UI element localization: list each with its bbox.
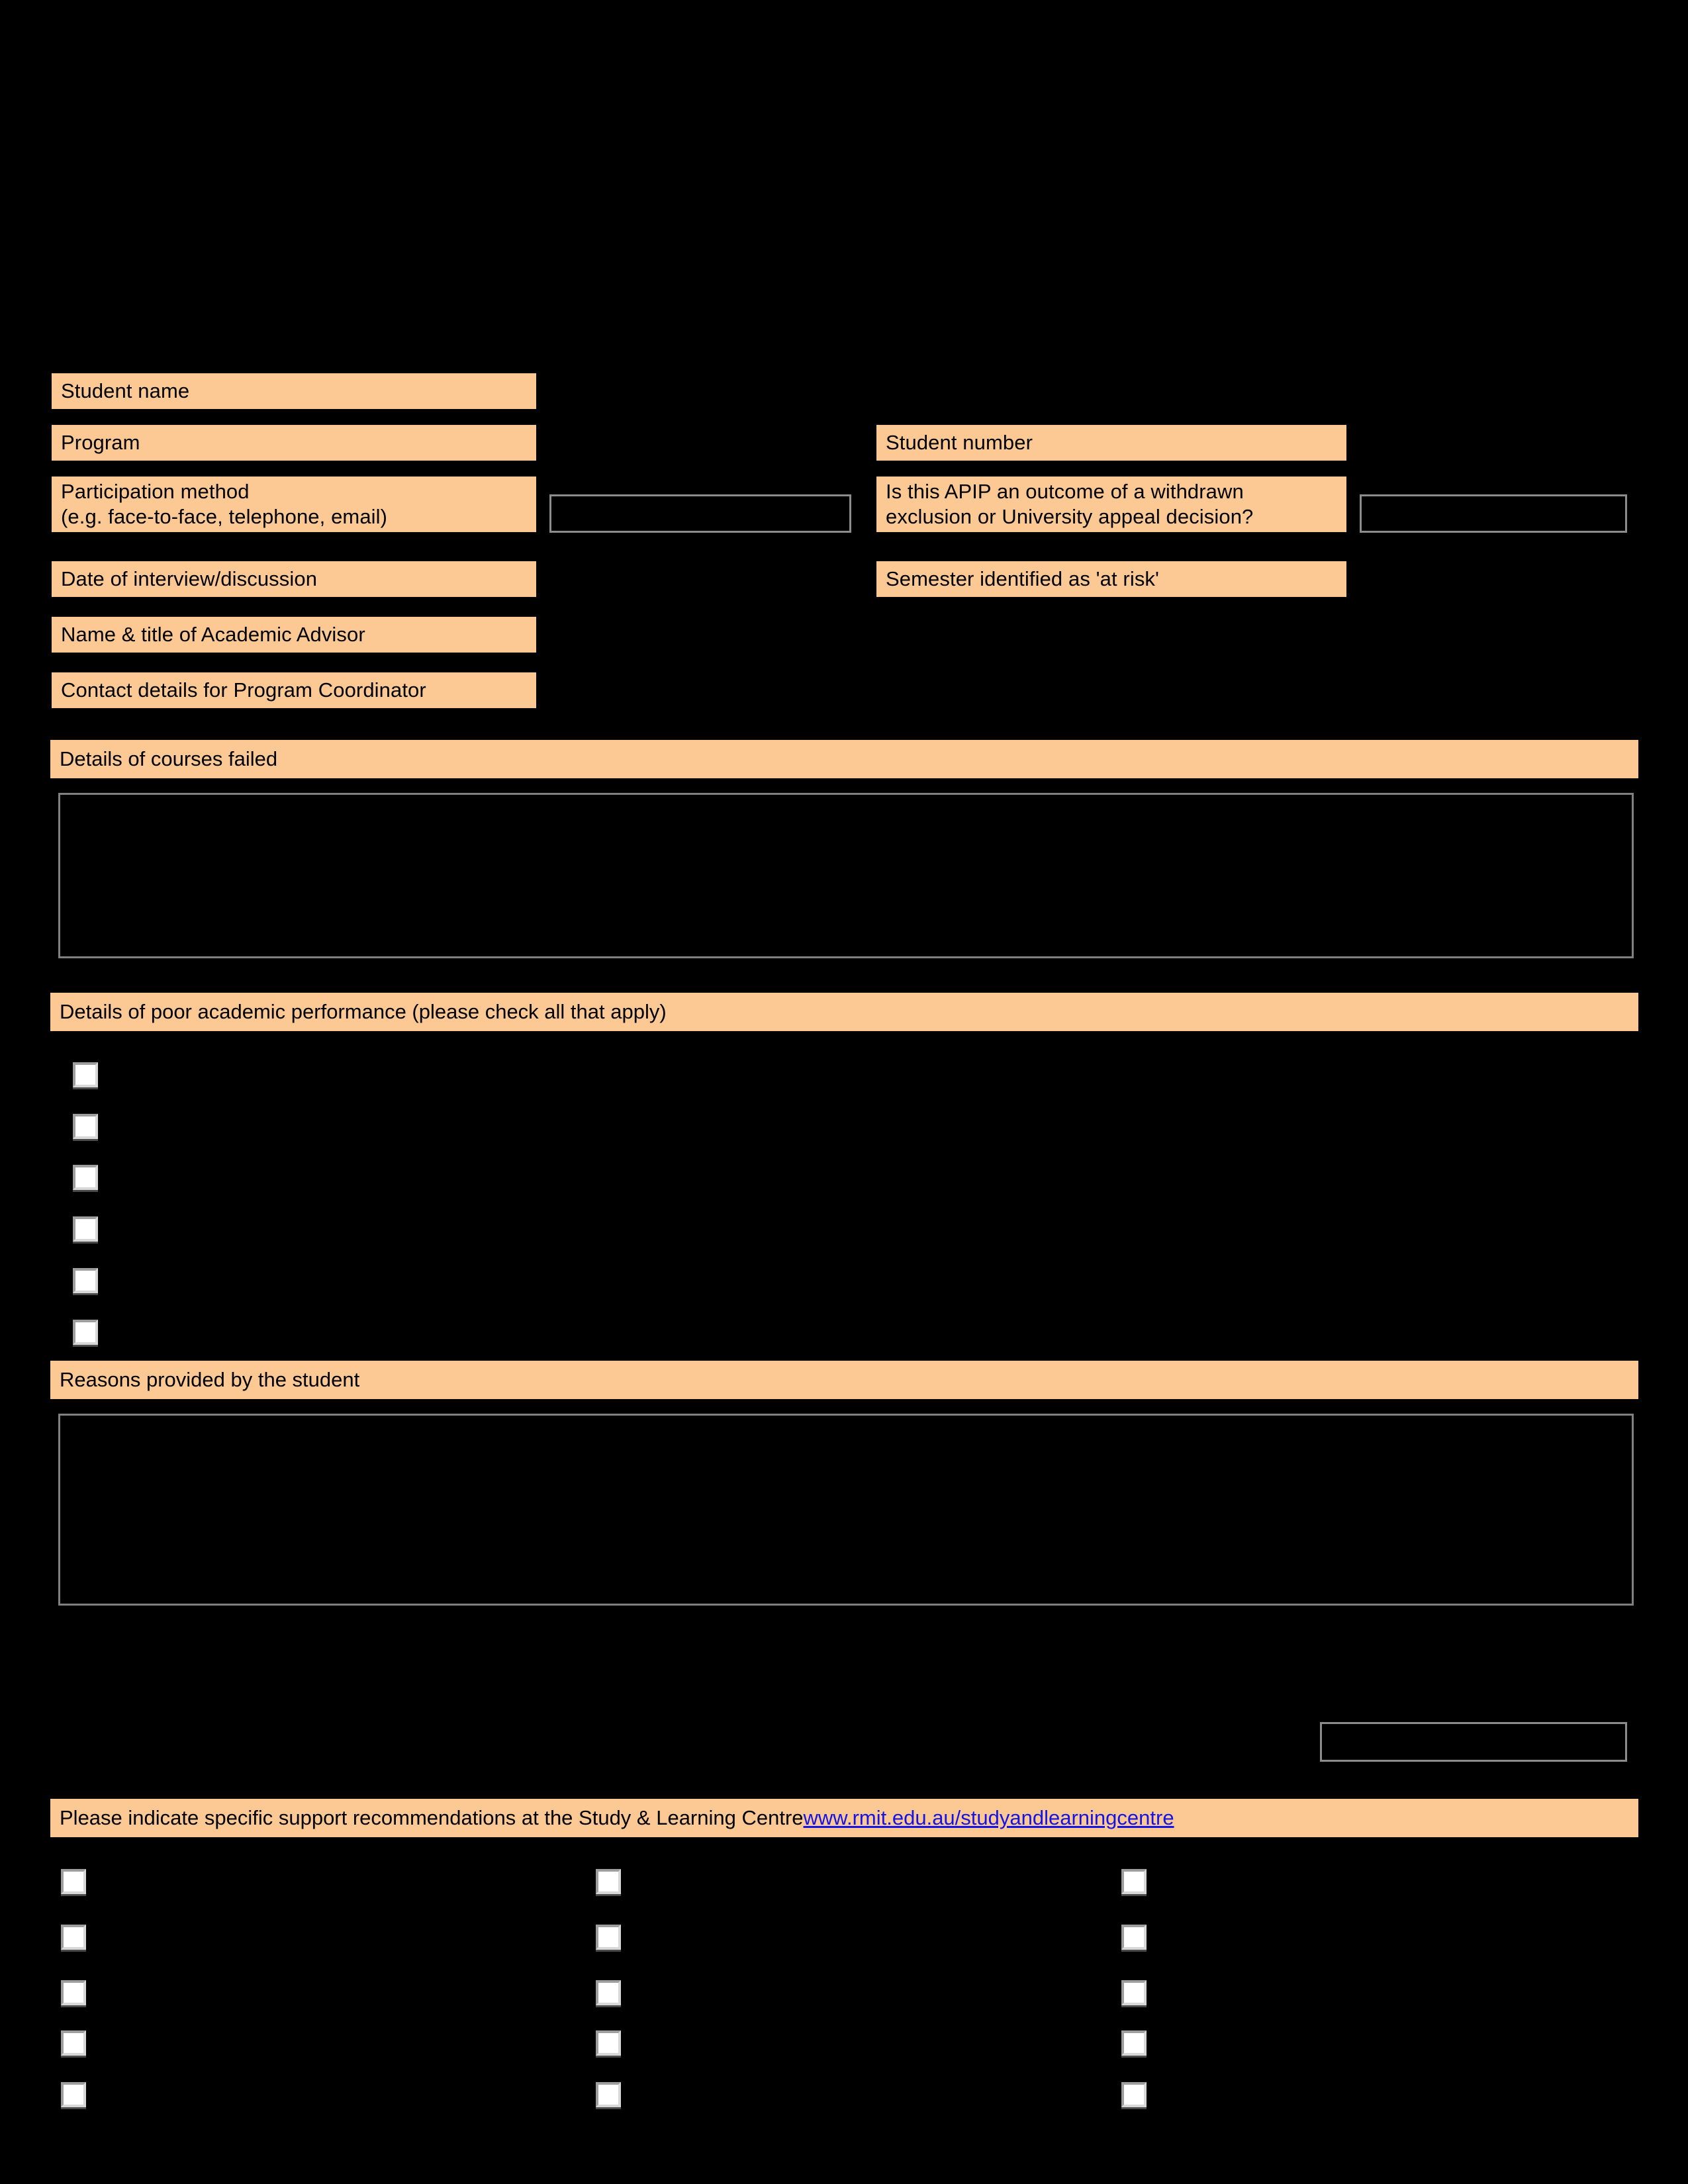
heading-poor-performance-text: Details of poor academic performance (pl… bbox=[60, 1000, 667, 1024]
label-date-of-interview: Date of interview/discussion bbox=[61, 567, 318, 591]
label-apip-withdrawn-line1: Is this APIP an outcome of a withdrawn bbox=[886, 480, 1244, 504]
checkbox-support-c3-r2[interactable] bbox=[1121, 1925, 1147, 1950]
checkbox-support-c3-r3[interactable] bbox=[1121, 1980, 1147, 2005]
heading-courses-failed-text: Details of courses failed bbox=[60, 747, 278, 771]
checkbox-poor-performance-5[interactable] bbox=[73, 1268, 98, 1293]
checkbox-poor-performance-4[interactable] bbox=[73, 1216, 98, 1242]
field-row-program: Program bbox=[50, 424, 538, 462]
field-row-date-of-interview: Date of interview/discussion bbox=[50, 560, 538, 598]
heading-support-recommendations-text: Please indicate specific support recomme… bbox=[60, 1806, 804, 1830]
field-row-student-number: Student number bbox=[875, 424, 1348, 462]
label-apip-withdrawn-line2: exclusion or University appeal decision? bbox=[886, 505, 1254, 528]
field-row-program-coordinator: Contact details for Program Coordinator bbox=[50, 671, 538, 709]
checkbox-support-c3-r1[interactable] bbox=[1121, 1869, 1147, 1894]
checkbox-support-c3-r5[interactable] bbox=[1121, 2082, 1147, 2107]
misc-input-field[interactable] bbox=[1320, 1722, 1627, 1762]
heading-student-reasons-text: Reasons provided by the student bbox=[60, 1368, 360, 1392]
checkbox-support-c1-r2[interactable] bbox=[61, 1925, 86, 1950]
section-heading-student-reasons: Reasons provided by the student bbox=[50, 1361, 1638, 1399]
checkbox-poor-performance-1[interactable] bbox=[73, 1062, 98, 1087]
field-row-academic-advisor: Name & title of Academic Advisor bbox=[50, 615, 538, 654]
field-row-semester-at-risk: Semester identified as 'at risk' bbox=[875, 560, 1348, 598]
label-program-coordinator: Contact details for Program Coordinator bbox=[61, 678, 426, 702]
label-participation-method: Participation method bbox=[61, 480, 250, 504]
checkbox-support-c2-r2[interactable] bbox=[596, 1925, 621, 1950]
courses-failed-textarea[interactable] bbox=[58, 793, 1634, 958]
checkbox-poor-performance-2[interactable] bbox=[73, 1114, 98, 1139]
student-reasons-textarea[interactable] bbox=[58, 1414, 1634, 1606]
checkbox-support-c1-r3[interactable] bbox=[61, 1980, 86, 2005]
label-semester-at-risk: Semester identified as 'at risk' bbox=[886, 567, 1160, 591]
label-participation-method-hint: (e.g. face-to-face, telephone, email) bbox=[61, 505, 388, 528]
checkbox-poor-performance-3[interactable] bbox=[73, 1165, 98, 1190]
checkbox-support-c3-r4[interactable] bbox=[1121, 2030, 1147, 2056]
section-heading-courses-failed: Details of courses failed bbox=[50, 740, 1638, 778]
checkbox-support-c1-r1[interactable] bbox=[61, 1869, 86, 1894]
checkbox-support-c1-r4[interactable] bbox=[61, 2030, 86, 2056]
section-heading-support-recommendations: Please indicate specific support recomme… bbox=[50, 1799, 1638, 1837]
checkbox-support-c1-r5[interactable] bbox=[61, 2082, 86, 2107]
label-program: Program bbox=[61, 431, 140, 455]
label-student-name: Student name bbox=[61, 379, 190, 403]
apip-withdrawn-input[interactable] bbox=[1360, 494, 1627, 533]
checkbox-support-c2-r1[interactable] bbox=[596, 1869, 621, 1894]
study-learning-centre-link[interactable]: www.rmit.edu.au/studyandlearningcentre bbox=[804, 1805, 1174, 1830]
checkbox-support-c2-r4[interactable] bbox=[596, 2030, 621, 2056]
checkbox-support-c2-r3[interactable] bbox=[596, 1980, 621, 2005]
label-student-number: Student number bbox=[886, 431, 1033, 455]
section-heading-poor-performance: Details of poor academic performance (pl… bbox=[50, 993, 1638, 1031]
field-row-student-name: Student name bbox=[50, 372, 538, 410]
label-academic-advisor: Name & title of Academic Advisor bbox=[61, 623, 365, 647]
checkbox-support-c2-r5[interactable] bbox=[596, 2082, 621, 2107]
checkbox-poor-performance-6[interactable] bbox=[73, 1320, 98, 1345]
field-row-participation-method: Participation method (e.g. face-to-face,… bbox=[50, 475, 538, 533]
participation-method-input[interactable] bbox=[549, 494, 851, 533]
field-row-apip-withdrawn: Is this APIP an outcome of a withdrawn e… bbox=[875, 475, 1348, 533]
